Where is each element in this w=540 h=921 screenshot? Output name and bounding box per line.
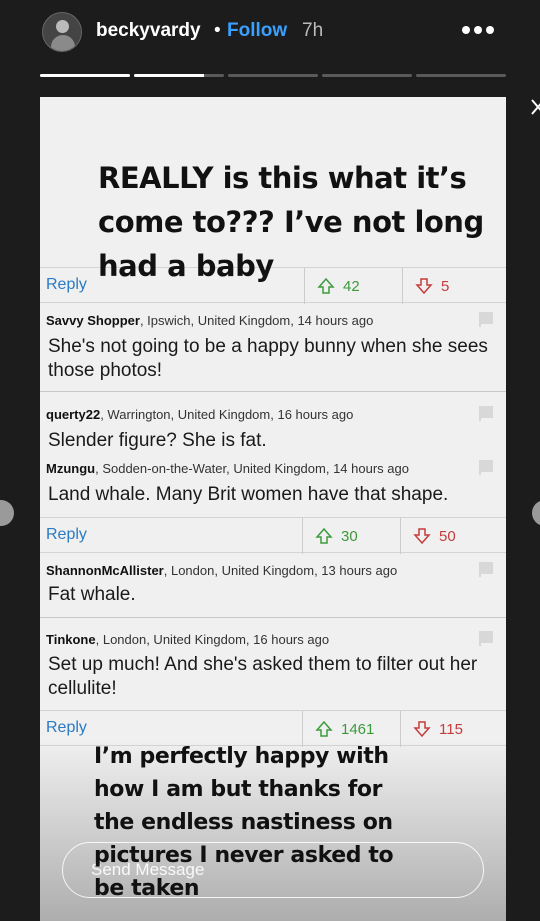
follow-button[interactable]: Follow <box>227 20 287 42</box>
avatar-head <box>56 20 69 33</box>
upvote-button[interactable]: 30 <box>302 518 411 554</box>
comment-user[interactable]: ShannonMcAllister <box>46 563 164 578</box>
comment-text: Land whale. Many Brit women have that sh… <box>48 484 449 505</box>
progress-segment <box>40 74 130 77</box>
comment-text: Set up much! And she's asked them to fil… <box>48 654 478 699</box>
comment-location: , Warrington, United Kingdom, 16 hours a… <box>100 407 354 422</box>
separator-dot: • <box>214 20 221 41</box>
story-caption-bottom: I’m perfectly happy with how I am but th… <box>94 744 394 901</box>
comment-location: , London, United Kingdom, 13 hours ago <box>163 563 398 578</box>
post-time: 7h <box>302 20 324 41</box>
arrow-up-icon <box>315 527 333 544</box>
more-options-icon[interactable] <box>462 24 494 36</box>
downvote-button[interactable]: 50 <box>400 518 506 554</box>
story-progress <box>40 74 506 78</box>
comment-location: , Sodden-on-the-Water, United Kingdom, 1… <box>95 461 409 476</box>
avatar-body <box>51 35 75 51</box>
upvote-count: 1461 <box>341 720 375 738</box>
progress-segment <box>134 74 224 77</box>
comment-user[interactable]: Tinkone <box>46 632 96 647</box>
comment-text: Fat whale. <box>48 584 136 605</box>
flag-icon[interactable] <box>478 561 494 577</box>
progress-segment <box>228 74 318 77</box>
next-story-button[interactable] <box>532 500 540 526</box>
comment-meta: Mzungu, Sodden-on-the-Water, United King… <box>46 461 409 476</box>
arrow-down-icon <box>413 528 431 545</box>
comment-location: , London, United Kingdom, 16 hours ago <box>95 632 330 647</box>
flag-icon[interactable] <box>478 630 494 646</box>
vote-row: Reply 30 50 <box>40 517 506 554</box>
comment-meta: querty22, Warrington, United Kingdom, 16… <box>46 407 353 422</box>
comment-meta: Savvy Shopper, Ipswich, United Kingdom, … <box>46 313 373 328</box>
username[interactable]: beckyvardy <box>96 20 201 42</box>
story-caption-top: REALLY is this what it’s come to??? I’ve… <box>98 161 484 283</box>
reply-link[interactable]: Reply <box>46 526 87 544</box>
flag-icon[interactable] <box>478 311 494 327</box>
divider <box>40 391 506 392</box>
downvote-count: 115 <box>439 720 463 738</box>
reply-link[interactable]: Reply <box>46 276 87 294</box>
comment-user[interactable]: querty22 <box>46 407 100 422</box>
comment-location: , Ipswich, United Kingdom, 14 hours ago <box>139 313 374 328</box>
comment-text: Slender figure? She is fat. <box>48 430 267 451</box>
flag-icon[interactable] <box>478 405 494 421</box>
divider <box>40 617 506 618</box>
comment-meta: Tinkone, London, United Kingdom, 16 hour… <box>46 632 329 647</box>
comment-user[interactable]: Savvy Shopper <box>46 313 140 328</box>
close-icon[interactable] <box>530 97 540 117</box>
upvote-count: 30 <box>341 527 358 545</box>
arrow-up-icon <box>315 720 333 737</box>
progress-segment <box>416 74 506 77</box>
downvote-count: 50 <box>439 527 456 545</box>
arrow-down-icon <box>413 721 431 738</box>
comment-user[interactable]: Mzungu <box>46 461 95 476</box>
comment-text: She's not going to be a happy bunny when… <box>48 336 488 381</box>
progress-segment <box>322 74 412 77</box>
reply-link[interactable]: Reply <box>46 719 87 737</box>
flag-icon[interactable] <box>478 459 494 475</box>
avatar[interactable] <box>42 12 82 52</box>
comment-meta: ShannonMcAllister, London, United Kingdo… <box>46 563 397 578</box>
previous-story-button[interactable] <box>0 500 14 526</box>
